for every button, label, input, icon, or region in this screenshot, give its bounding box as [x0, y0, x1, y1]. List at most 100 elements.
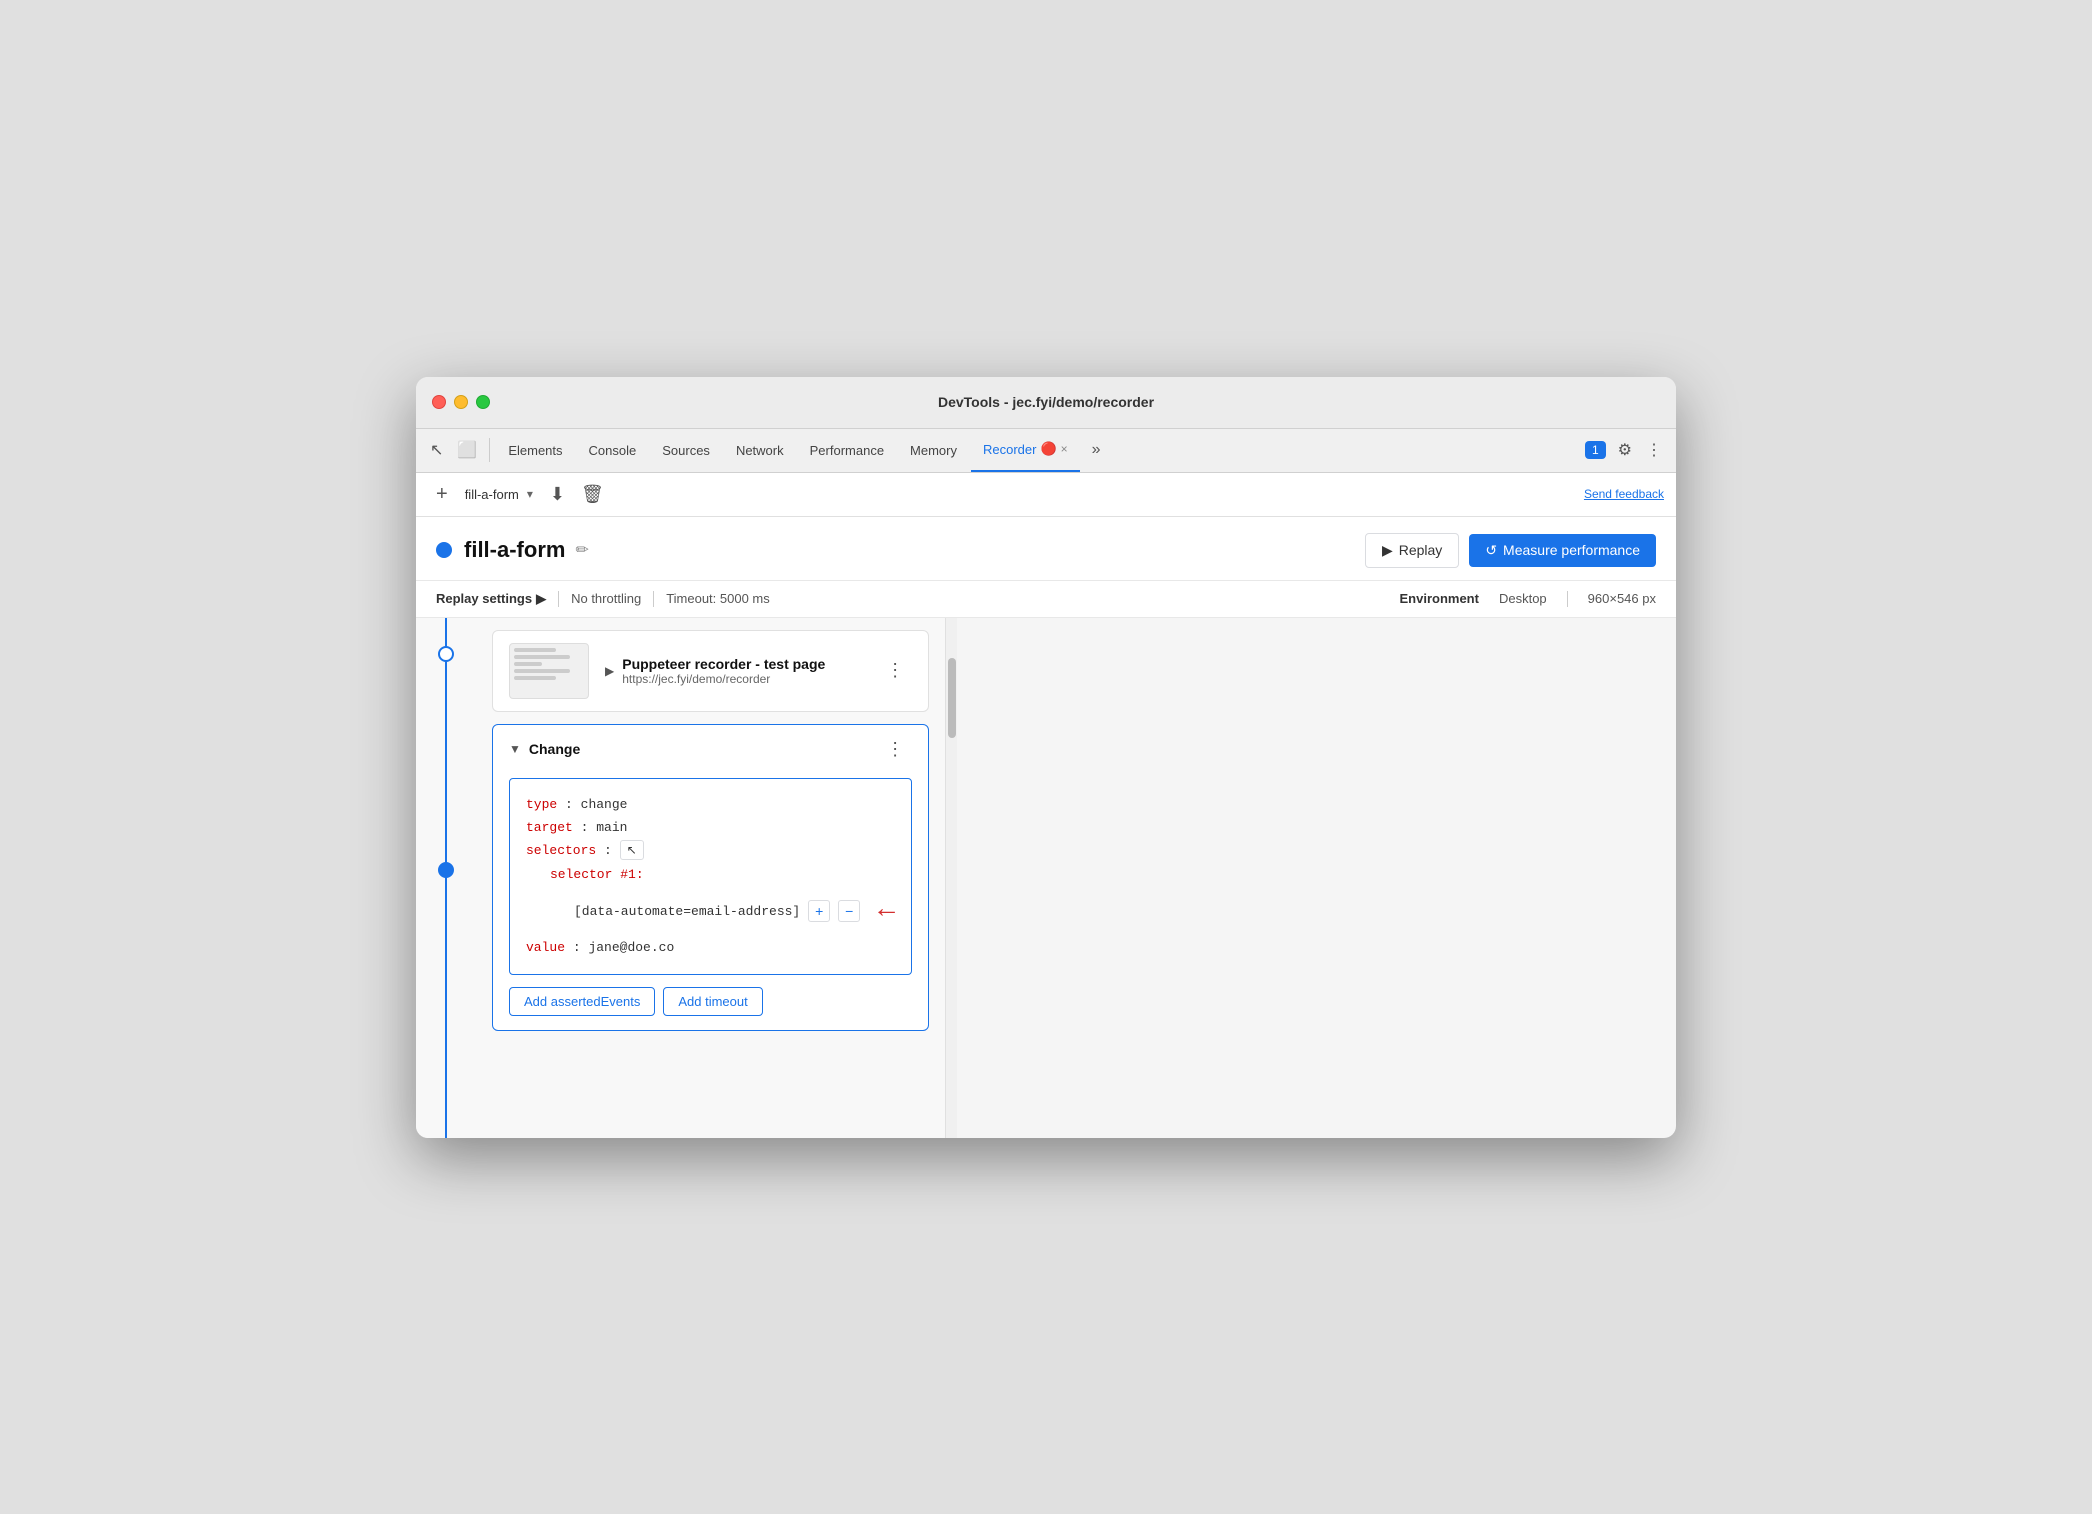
- tab-performance[interactable]: Performance: [798, 428, 896, 472]
- send-feedback-link[interactable]: Send feedback: [1584, 487, 1664, 501]
- change-step: ▼ Change ⋮ type : change: [492, 724, 929, 1031]
- tab-elements[interactable]: Elements: [496, 428, 574, 472]
- collapse-change-icon[interactable]: ▼: [509, 742, 521, 756]
- environment-resolution-label: 960×546 px: [1588, 591, 1656, 606]
- delete-recording-button[interactable]: 🗑: [573, 480, 612, 509]
- plus-selector-icon: +: [815, 903, 823, 919]
- timeline-node-1: [438, 646, 454, 662]
- settings-right: Environment Desktop 960×546 px: [1400, 591, 1657, 607]
- recorder-toolbar: + fill-a-form ▾ ⬇ 🗑 Send feedback: [416, 473, 1676, 517]
- measure-performance-button[interactable]: ↺ Measure performance: [1469, 534, 1656, 567]
- devtools-window: DevTools - jec.fyi/demo/recorder ↖ ⬜ Ele…: [416, 377, 1676, 1138]
- environment-desktop-label: Desktop: [1499, 591, 1547, 606]
- chevron-down-icon: ▾: [527, 487, 533, 501]
- code-line-target: target : main: [526, 816, 895, 839]
- recording-indicator: [436, 542, 452, 558]
- type-value: change: [581, 797, 628, 812]
- code-line-value: value : jane@doe.co: [526, 936, 895, 959]
- add-timeout-button[interactable]: Add timeout: [663, 987, 762, 1016]
- timeline-line: [445, 618, 447, 1138]
- message-badge: 1: [1585, 441, 1606, 459]
- edit-name-icon[interactable]: ✏: [575, 540, 588, 560]
- settings-separator-2: [653, 591, 654, 607]
- replay-button[interactable]: ▶ Replay: [1365, 533, 1459, 568]
- window-title: DevTools - jec.fyi/demo/recorder: [938, 394, 1154, 410]
- tab-console[interactable]: Console: [577, 428, 649, 472]
- recording-title: fill-a-form: [464, 537, 565, 563]
- change-step-menu-button[interactable]: ⋮: [878, 735, 912, 764]
- recording-selector[interactable]: fill-a-form ▾: [456, 482, 542, 507]
- scrollbar-thumb[interactable]: [948, 658, 956, 738]
- change-step-title: Change: [529, 741, 580, 757]
- thumb-bar-5: [514, 676, 556, 680]
- tab-network[interactable]: Network: [724, 428, 796, 472]
- scrollbar[interactable]: [945, 618, 957, 1138]
- thumb-bar-1: [514, 648, 556, 652]
- page-step-header: ▶ Puppeteer recorder - test page https:/…: [493, 631, 928, 711]
- trash-icon: 🗑: [581, 484, 604, 504]
- devtools-tab-bar: ↖ ⬜ Elements Console Sources Network Per…: [416, 429, 1676, 473]
- page-step-menu-button[interactable]: ⋮: [878, 656, 912, 685]
- download-recording-button[interactable]: ⬇: [542, 480, 573, 509]
- minus-selector-icon: −: [845, 903, 853, 919]
- steps-list: ▶ Puppeteer recorder - test page https:/…: [476, 618, 945, 1138]
- expand-page-step-icon[interactable]: ▶: [605, 664, 614, 678]
- recording-header: fill-a-form ✏ ▶ Replay ↺ Measure perform…: [416, 517, 1676, 581]
- steps-container: ▶ Puppeteer recorder - test page https:/…: [416, 618, 945, 1138]
- more-options-button[interactable]: ⋮: [1640, 436, 1668, 464]
- settings-bar: Replay settings ▶ No throttling Timeout:…: [416, 581, 1676, 618]
- inspector-icon: ↖: [430, 440, 443, 460]
- selectors-key: selectors: [526, 843, 596, 858]
- code-block: type : change target : main selectors :: [509, 778, 912, 975]
- add-asserted-events-button[interactable]: Add assertedEvents: [509, 987, 655, 1016]
- inspector-icon-button[interactable]: ↖: [424, 436, 449, 464]
- gear-icon: ⚙: [1618, 440, 1632, 460]
- selector-picker-button[interactable]: ↖: [620, 840, 644, 860]
- code-line-selector-val: [data-automate=email-address] + − ←: [526, 886, 895, 936]
- timeline: [416, 618, 476, 1138]
- close-button[interactable]: [432, 395, 446, 409]
- device-icon: ⬜: [457, 440, 477, 460]
- tab-memory[interactable]: Memory: [898, 428, 969, 472]
- overflow-tabs-button[interactable]: »: [1086, 437, 1107, 463]
- download-icon: ⬇: [550, 484, 565, 504]
- main-area: ▶ Puppeteer recorder - test page https:/…: [416, 618, 1676, 1138]
- maximize-button[interactable]: [476, 395, 490, 409]
- thumb-bar-2: [514, 655, 570, 659]
- red-arrow-indicator: ←: [878, 886, 895, 936]
- code-line-type: type : change: [526, 793, 895, 816]
- code-line-selectors: selectors : ↖: [526, 839, 895, 862]
- page-step: ▶ Puppeteer recorder - test page https:/…: [492, 630, 929, 712]
- value-text: jane@doe.co: [588, 940, 674, 955]
- tab-recorder[interactable]: Recorder 🔴 ×: [971, 428, 1080, 472]
- traffic-lights: [432, 395, 490, 409]
- refresh-icon: ↺: [1485, 542, 1497, 559]
- tab-sources[interactable]: Sources: [650, 428, 722, 472]
- device-toolbar-button[interactable]: ⬜: [451, 436, 483, 464]
- selector-num-key: selector #1:: [550, 867, 644, 882]
- add-recording-button[interactable]: +: [428, 479, 456, 510]
- thumb-bar-4: [514, 669, 570, 673]
- chevron-right-icon: »: [1092, 441, 1101, 459]
- action-buttons: Add assertedEvents Add timeout: [493, 987, 928, 1030]
- recording-name-label: fill-a-form: [465, 487, 519, 502]
- page-step-title: Puppeteer recorder - test page: [622, 656, 825, 672]
- replay-settings-heading[interactable]: Replay settings ▶: [436, 591, 546, 607]
- page-step-info: Puppeteer recorder - test page https://j…: [622, 656, 825, 686]
- add-selector-button[interactable]: +: [808, 900, 830, 922]
- remove-selector-button[interactable]: −: [838, 900, 860, 922]
- environment-heading: Environment: [1400, 591, 1479, 606]
- settings-button[interactable]: ⚙: [1612, 436, 1638, 464]
- title-bar: DevTools - jec.fyi/demo/recorder: [416, 377, 1676, 429]
- recorder-tab-close-icon[interactable]: ×: [1061, 442, 1068, 456]
- timeout-label: Timeout: 5000 ms: [666, 591, 770, 606]
- recorder-tab-icon: 🔴: [1040, 441, 1056, 457]
- target-value: main: [596, 820, 627, 835]
- plus-icon: +: [436, 483, 448, 505]
- page-step-url: https://jec.fyi/demo/recorder: [622, 672, 825, 686]
- throttling-label: No throttling: [571, 591, 641, 606]
- value-key: value: [526, 940, 565, 955]
- page-thumbnail: [509, 643, 589, 699]
- minimize-button[interactable]: [454, 395, 468, 409]
- change-step-menu-icon: ⋮: [886, 739, 904, 759]
